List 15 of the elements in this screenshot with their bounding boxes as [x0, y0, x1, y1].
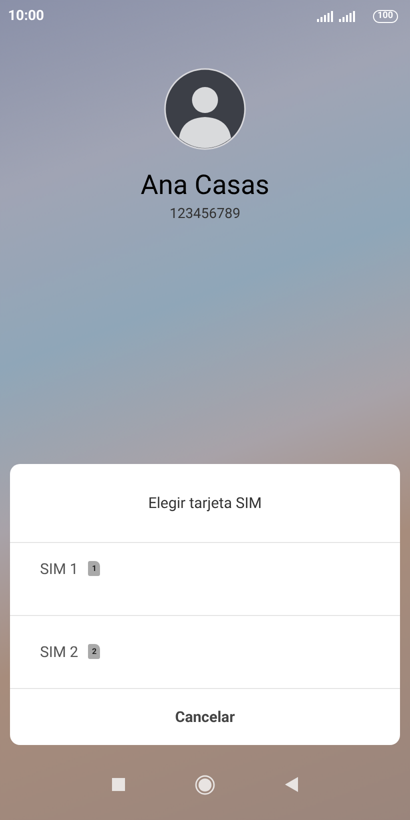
- back-button[interactable]: [285, 777, 298, 792]
- sim-card-icon: 1: [88, 561, 100, 576]
- sim-option[interactable]: SIM 2 2: [10, 616, 400, 689]
- signal-icon: [316, 10, 332, 22]
- clock: 10:00: [8, 6, 44, 26]
- signal-icon: [338, 10, 354, 22]
- contact-name: Ana Casas: [140, 168, 270, 202]
- sim-card-icon: 2: [88, 644, 100, 659]
- home-button[interactable]: [195, 774, 215, 794]
- sim-option[interactable]: SIM 1 1: [10, 543, 400, 616]
- dialog-title: Elegir tarjeta SIM: [148, 492, 262, 514]
- avatar-icon: [164, 68, 246, 150]
- cancel-button[interactable]: Cancelar: [10, 689, 400, 745]
- battery-icon: 100: [372, 10, 398, 22]
- phone-number: 123456789: [170, 205, 240, 224]
